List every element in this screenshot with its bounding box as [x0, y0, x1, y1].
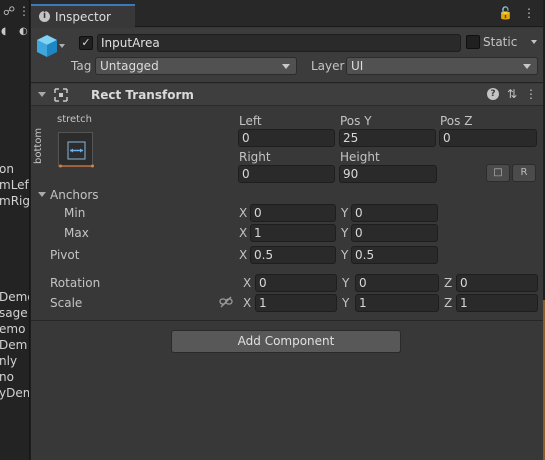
scale-z-field[interactable]: 1	[456, 294, 538, 312]
rotation-y-field[interactable]: 0	[355, 274, 439, 292]
left-label: Left	[239, 114, 262, 128]
anchor-max-x-field[interactable]: 1	[250, 224, 336, 242]
chevron-down-icon	[523, 64, 531, 69]
inspector-panel: i Inspector 🔓 ⋮ ✓ InputArea Static Tag U…	[31, 0, 545, 460]
help-icon[interactable]: ?	[486, 88, 499, 100]
pos-y-field[interactable]: 25	[339, 129, 436, 147]
info-icon: i	[39, 11, 50, 22]
add-component-button[interactable]: Add Component	[171, 330, 401, 353]
rotation-z-field[interactable]: 0	[456, 274, 538, 292]
scene-icon[interactable]: ◐	[19, 26, 28, 37]
pivot-label: Pivot	[50, 248, 80, 262]
raw-edit-button[interactable]: R	[512, 164, 536, 182]
tag-icon[interactable]: ◖	[1, 26, 6, 37]
rotation-label: Rotation	[50, 276, 101, 290]
icon-dropdown-arrow[interactable]	[59, 44, 65, 48]
axis-y-label[interactable]: Y	[342, 296, 349, 310]
scale-x-field[interactable]: 1	[255, 294, 337, 312]
constrain-proportions-icon[interactable]	[219, 296, 233, 308]
right-label: Right	[239, 150, 271, 164]
chevron-down-icon	[282, 64, 290, 69]
hierarchy-filter-bar: ◖ ◐	[0, 26, 29, 40]
hierarchy-item[interactable]: Demo	[0, 289, 29, 305]
height-field[interactable]: 90	[339, 165, 437, 183]
layer-dropdown[interactable]: UI	[346, 57, 538, 75]
more-menu-icon[interactable]: ⋮	[525, 87, 537, 101]
hierarchy-item[interactable]: nly	[0, 353, 29, 369]
active-checkbox[interactable]: ✓	[79, 36, 93, 50]
object-header: ✓ InputArea Static Tag Untagged Layer UI	[31, 28, 545, 83]
fold-arrow-icon[interactable]	[38, 92, 46, 97]
preset-icon[interactable]: ⇅	[507, 87, 517, 101]
axis-z-label[interactable]: Z	[444, 276, 452, 290]
height-label: Height	[340, 150, 380, 164]
tag-value: Untagged	[100, 59, 159, 73]
lock-icon[interactable]: 🔓	[498, 6, 513, 20]
anchor-min-label: Min	[64, 206, 86, 220]
hierarchy-toolbar: ☍ ⋮	[0, 4, 29, 24]
pos-z-label: Pos Z	[440, 114, 473, 128]
right-field[interactable]: 0	[238, 165, 335, 183]
pivot-y-field[interactable]: 0.5	[351, 246, 438, 264]
axis-x-label[interactable]: X	[243, 296, 251, 310]
layer-label: Layer	[311, 59, 345, 73]
tab-inspector[interactable]: i Inspector	[31, 4, 135, 27]
hierarchy-item[interactable]: emo	[0, 321, 29, 337]
rect-transform-header[interactable]: Rect Transform ? ⇅ ⋮	[31, 84, 545, 106]
component-title: Rect Transform	[91, 88, 194, 102]
axis-y-label[interactable]: Y	[341, 226, 348, 240]
anchor-stretch-icon	[59, 141, 94, 168]
tag-label: Tag	[71, 59, 92, 73]
hierarchy-item[interactable]: mLeft	[0, 177, 29, 193]
axis-y-label[interactable]: Y	[341, 206, 348, 220]
anchor-max-label: Max	[64, 226, 89, 240]
hierarchy-item[interactable]: sage	[0, 305, 29, 321]
anchor-min-x-field[interactable]: 0	[250, 204, 336, 222]
axis-y-label[interactable]: Y	[341, 248, 348, 262]
static-dropdown-arrow[interactable]	[531, 40, 537, 44]
lock-icon[interactable]: ☍	[3, 4, 15, 18]
anchor-min-y-field[interactable]: 0	[351, 204, 438, 222]
tab-bar: i Inspector 🔓 ⋮	[31, 0, 545, 27]
anchor-max-y-field[interactable]: 0	[351, 224, 438, 242]
axis-y-label[interactable]: Y	[342, 276, 349, 290]
left-field[interactable]: 0	[238, 129, 335, 147]
hierarchy-item[interactable]: no	[0, 369, 29, 385]
anchor-preset-h-label: stretch	[57, 114, 92, 125]
pivot-x-field[interactable]: 0.5	[250, 246, 336, 264]
tab-label: Inspector	[55, 9, 111, 24]
tag-dropdown[interactable]: Untagged	[95, 57, 297, 75]
anchor-preset-button[interactable]	[58, 132, 94, 168]
static-label: Static	[483, 35, 518, 49]
blueprint-mode-button[interactable]: □	[486, 164, 510, 182]
hierarchy-item[interactable]: mRigh	[0, 193, 29, 209]
pos-z-field[interactable]: 0	[439, 129, 537, 147]
anchor-preset-v-label: bottom	[33, 127, 44, 164]
more-menu-icon[interactable]: ⋮	[18, 4, 29, 18]
scale-label: Scale	[50, 296, 83, 310]
axis-x-label[interactable]: X	[239, 248, 247, 262]
axis-x-label[interactable]: X	[243, 276, 251, 290]
rotation-x-field[interactable]: 0	[255, 274, 337, 292]
hierarchy-item[interactable]: yDem	[0, 385, 29, 401]
gameobject-cube-icon[interactable]	[36, 34, 58, 58]
anchors-fold-icon[interactable]	[38, 192, 46, 197]
hierarchy-item[interactable]: on	[0, 161, 29, 177]
rect-transform-icon	[54, 88, 68, 102]
tab-actions: 🔓 ⋮	[498, 6, 535, 20]
axis-z-label[interactable]: Z	[444, 296, 452, 310]
hierarchy-panel: ☍ ⋮ ◖ ◐ on mLeft mRigh Demo sage emo Dem…	[0, 0, 30, 460]
scale-y-field[interactable]: 1	[355, 294, 439, 312]
component-divider	[31, 320, 545, 321]
component-actions: ? ⇅ ⋮	[486, 87, 537, 101]
axis-x-label[interactable]: X	[239, 206, 247, 220]
static-checkbox[interactable]	[466, 35, 480, 49]
axis-x-label[interactable]: X	[239, 226, 247, 240]
more-menu-icon[interactable]: ⋮	[523, 6, 535, 20]
pos-y-label: Pos Y	[340, 114, 372, 128]
anchors-label: Anchors	[50, 188, 99, 202]
object-name-field[interactable]: InputArea	[97, 34, 461, 52]
layer-value: UI	[351, 59, 364, 73]
hierarchy-item[interactable]: Dem	[0, 337, 29, 353]
